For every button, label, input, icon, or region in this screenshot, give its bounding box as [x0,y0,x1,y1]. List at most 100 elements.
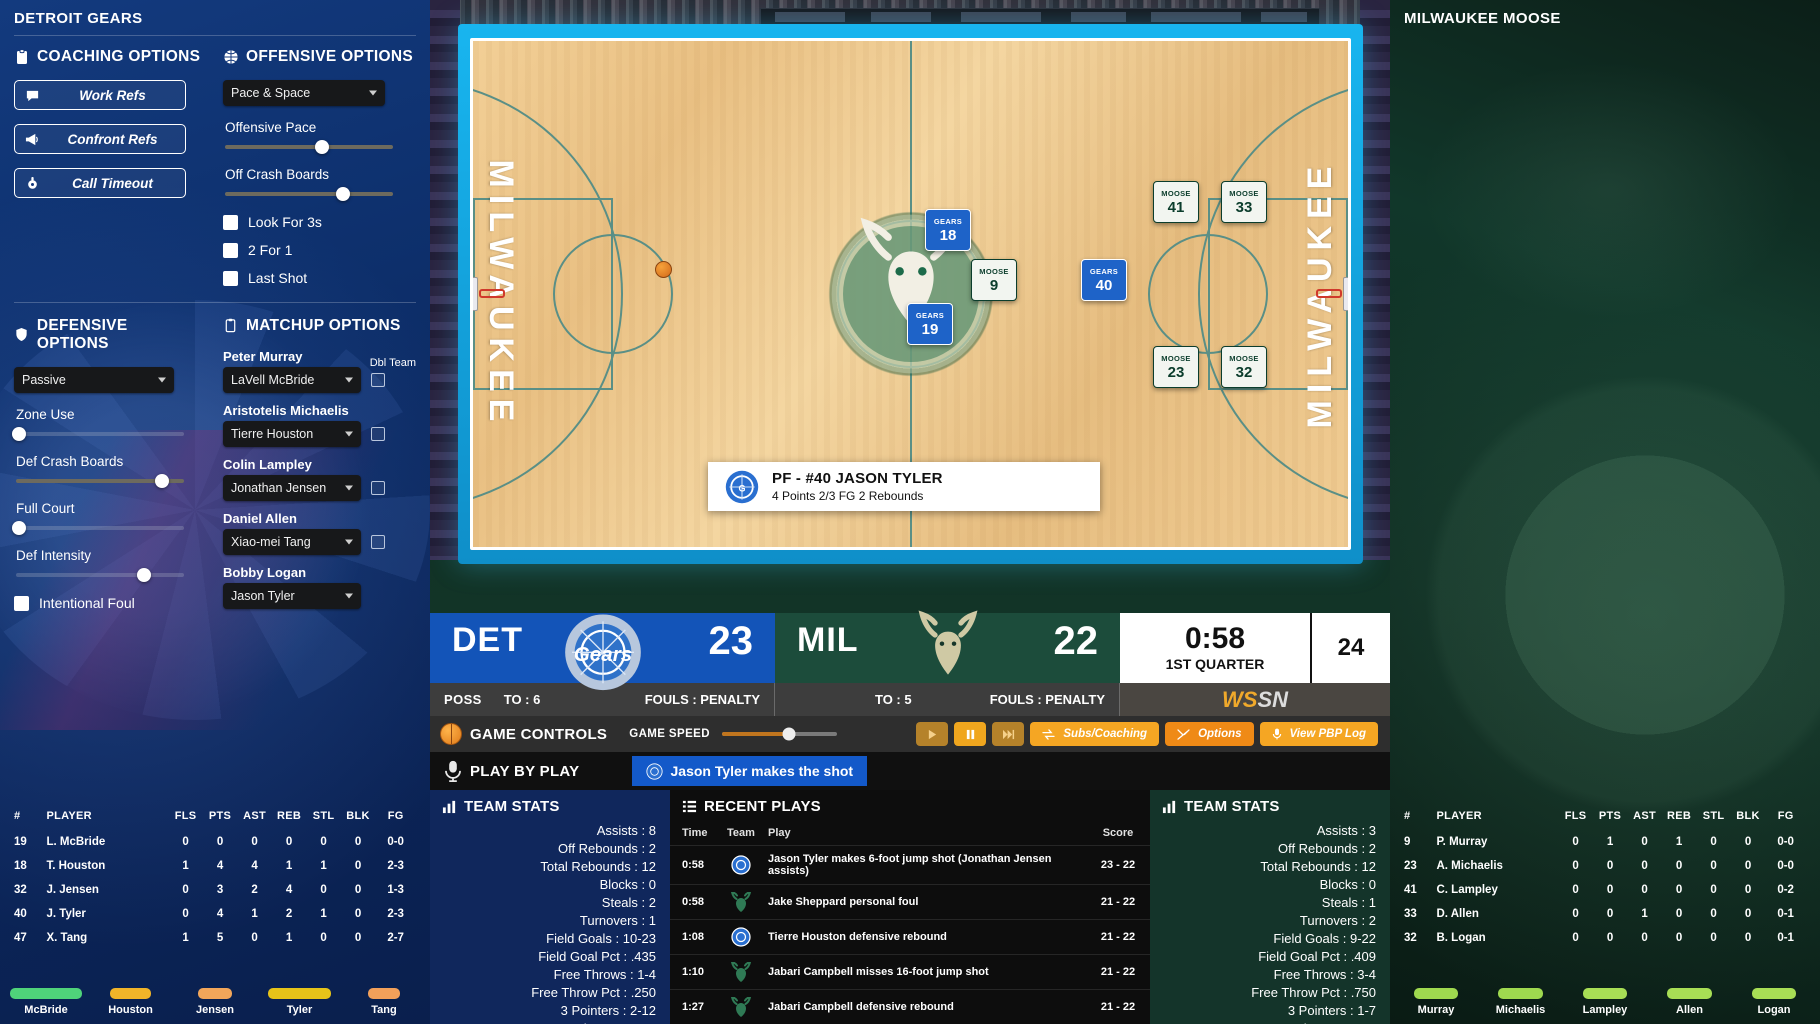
table-row[interactable]: 40 J. Tyler 0 4 1 2 1 0 2-3 [14,902,416,926]
matchup-row: Colin Lampley Jonathan Jensen [223,457,420,501]
player-blk: 0 [1744,884,1752,896]
table-row[interactable]: 0:58 Jake Sheppard personal foul 21 - 22 [670,884,1150,920]
dbl-team-checkbox[interactable] [371,481,385,495]
offensive-pace-slider[interactable] [225,140,393,154]
subs-coaching-button[interactable]: Subs/Coaching [1030,722,1160,746]
table-row[interactable]: 1:10 Jabari Campbell misses 16-foot jump … [670,954,1150,990]
player-stl: 0 [1710,908,1717,920]
court-player-token[interactable]: MOOSE 23 [1153,346,1199,388]
two-for-one-checkbox[interactable]: 2 For 1 [223,242,420,258]
energy-item: Michaelis [1485,988,1557,1016]
crowd-right [1360,0,1390,560]
table-row[interactable]: 47 X. Tang 1 5 0 1 0 0 2-7 [14,926,416,950]
recent-plays-header: RECENT PLAYS [670,798,1150,815]
court-player-token[interactable]: GEARS 18 [925,209,971,251]
court-player-token[interactable]: MOOSE 9 [971,259,1017,301]
matchup-assignment-dropdown[interactable]: LaVell McBride [223,367,361,393]
offensive-options-title: OFFENSIVE OPTIONS [246,48,414,65]
basketball-icon [655,261,672,278]
player-number: 32 [1404,932,1417,944]
energy-item: Houston [95,988,167,1016]
offensive-options-header: OFFENSIVE OPTIONS [223,48,420,66]
court-player-token[interactable]: MOOSE 32 [1221,346,1267,388]
matchup-assignment-dropdown[interactable]: Jason Tyler [223,583,361,609]
player-name: X. Tang [46,932,88,944]
defensive-scheme-dropdown[interactable]: Passive [14,367,174,393]
dbl-team-checkbox[interactable] [371,427,385,441]
two-for-one-label: 2 For 1 [248,242,293,258]
skip-button[interactable] [992,722,1025,746]
matchup-row: Peter Murray LaVell McBride [223,349,420,393]
table-row[interactable]: 41 C. Lampley 0 0 0 0 0 0 0-2 [1404,878,1806,902]
game-speed-slider[interactable] [721,727,837,741]
table-row[interactable]: 32 B. Logan 0 0 0 0 0 0 0-1 [1404,926,1806,950]
matchup-assignment-dropdown[interactable]: Jonathan Jensen [223,475,361,501]
def-intensity-slider[interactable] [16,568,184,582]
intentional-foul-checkbox[interactable]: Intentional Foul [14,595,203,611]
offensive-scheme-dropdown[interactable]: Pace & Space [223,80,385,106]
play-description: Tierre Houston defensive rebound [764,919,1092,955]
player-fg: 0-0 [387,836,404,848]
pause-button[interactable] [954,722,987,746]
team-stat-line: 3 Pointers : 1-7 [1287,1002,1376,1018]
player-pts: 3 [216,884,224,896]
play-description: Jake Sheppard personal foul [764,884,1092,920]
court-player-token[interactable]: GEARS 40 [1081,259,1127,301]
player-pts: 4 [216,860,224,872]
work-refs-button[interactable]: Work Refs [14,80,186,110]
player-stl: 1 [320,860,327,872]
view-pbp-log-button[interactable]: View PBP Log [1259,722,1378,746]
skip-icon [1002,729,1014,739]
def-crash-boards-slider[interactable] [16,474,184,488]
last-shot-checkbox[interactable]: Last Shot [223,270,420,286]
table-row[interactable]: 19 L. McBride 0 0 0 0 0 0 0-0 [14,830,416,854]
player-blk: 0 [354,932,362,944]
court-player-token[interactable]: GEARS 19 [907,303,953,345]
player-name: D. Allen [1436,908,1479,920]
table-row[interactable]: 33 D. Allen 0 0 1 0 0 0 0-1 [1404,902,1806,926]
full-court-label: Full Court [16,501,75,516]
table-row[interactable]: 9 P. Murray 0 1 0 1 0 0 0-0 [1404,830,1806,854]
table-row[interactable]: 1:27 Jabari Campbell defensive rebound 21 … [670,989,1150,1024]
energy-player-name: Michaelis [1495,1004,1546,1016]
game-controls-title: GAME CONTROLS [470,725,608,743]
court-player-token[interactable]: MOOSE 41 [1153,181,1199,223]
team-stat-line: Turnovers : 2 [1299,912,1376,928]
player-fls: 0 [182,836,189,848]
energy-player-name: Tyler [286,1004,313,1016]
call-timeout-button[interactable]: Call Timeout [14,168,186,198]
matchup-assignment-dropdown[interactable]: Tierre Houston [223,421,361,447]
col-fls: FLS [174,810,197,822]
play-button[interactable] [916,722,949,746]
table-row[interactable]: 18 T. Houston 1 4 4 1 1 0 2-3 [14,854,416,878]
tools-icon [1177,728,1190,740]
matchup-assignment-value: LaVell McBride [231,373,315,387]
table-row[interactable]: 1:08 Tierre Houston defensive rebound 21 -… [670,919,1150,955]
look-for-3s-checkbox[interactable]: Look For 3s [223,214,420,230]
col-stl: STL [1702,810,1725,822]
player-ast: 0 [251,932,258,944]
offensive-pace-label: Offensive Pace [225,120,317,135]
court-player-token[interactable]: MOOSE 33 [1221,181,1267,223]
zone-use-slider[interactable] [12,427,184,441]
table-row[interactable]: 32 J. Jensen 0 3 2 4 0 0 1-3 [14,878,416,902]
team-stat-line: Off Rebounds : 2 [1277,840,1376,856]
player-number: 33 [1404,908,1417,920]
away-energy-bars: Murray Michaelis Lampley Allen Logan [1390,988,1820,1016]
confront-refs-button[interactable]: Confront Refs [14,124,186,154]
dbl-team-checkbox[interactable] [371,535,385,549]
player-tooltip: G PF - #40 JASON TYLER 4 Points 2/3 FG 2… [708,462,1100,511]
team-stat-line: Steals : 2 [601,894,656,910]
matchup-assignment-dropdown[interactable]: Xiao-mei Tang [223,529,361,555]
off-crash-boards-slider[interactable] [225,187,393,201]
options-button[interactable]: Options [1165,722,1254,746]
table-row[interactable]: 23 A. Michaelis 0 0 0 0 0 0 0-0 [1404,854,1806,878]
dbl-team-checkbox[interactable] [371,373,385,387]
table-row[interactable]: 0:58 Jason Tyler makes 6-foot jump shot (… [670,845,1150,885]
energy-bar [367,988,401,999]
hoop-right [1304,277,1348,311]
full-court-slider[interactable] [12,521,184,535]
col-num: # [1404,810,1411,822]
player-number: 19 [14,836,27,848]
def-intensity-label: Def Intensity [16,548,92,563]
